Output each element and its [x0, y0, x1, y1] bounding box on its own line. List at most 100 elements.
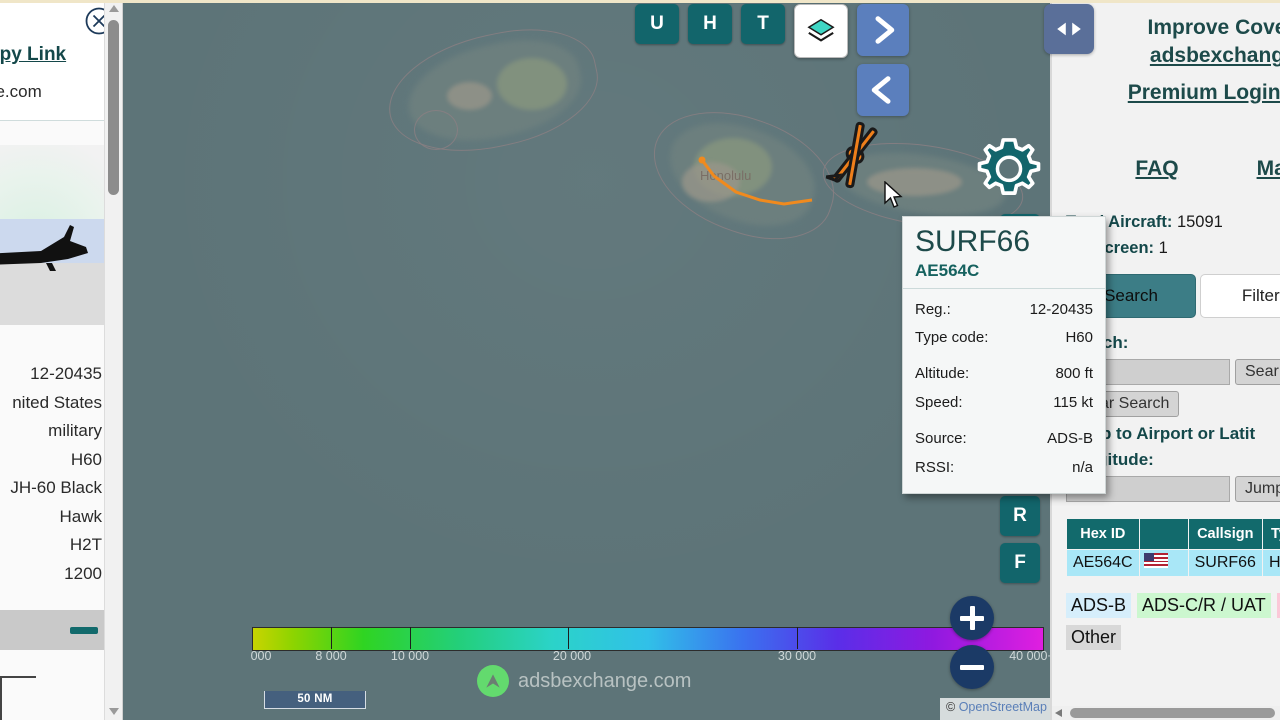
altitude-tick: 40 000+ [1009, 649, 1055, 663]
chevron-left-icon [871, 76, 891, 104]
settings-button[interactable] [972, 133, 1046, 207]
island-outline-nw-small [414, 110, 458, 150]
scrollbar-thumb[interactable] [108, 20, 119, 195]
altitude-scale-ticks: 000 8 000 10 000 20 000 30 000 40 000+ [250, 649, 1055, 665]
island-nw-land [497, 58, 567, 110]
popup-label: Speed: [915, 394, 963, 412]
panel-toggle-button[interactable] [1044, 4, 1094, 54]
jump-button[interactable]: Jump [1235, 476, 1280, 502]
popup-value: 800 ft [1055, 365, 1093, 383]
popup-body: Reg.: 12-20435 Type code: H60 Altitude: … [903, 289, 1105, 494]
altitude-tick: 20 000 [552, 649, 592, 663]
map-link[interactable]: Map [1257, 157, 1280, 181]
detail-value: H2T [69, 535, 102, 555]
legend-other: Other [1066, 625, 1122, 650]
map-button-t[interactable]: T [741, 4, 785, 44]
detail-value: 1200 [64, 563, 102, 583]
altitude-tick: 10 000 [390, 649, 430, 663]
adsbexchange-logo-icon [477, 665, 509, 697]
total-aircraft-value: 15091 [1176, 213, 1223, 232]
popup-row-speed: Speed: 115 kt [915, 389, 1093, 418]
us-flag-icon [1143, 553, 1168, 568]
copy-link-button[interactable]: opy Link [0, 44, 66, 66]
popup-value: 115 kt [1053, 394, 1093, 412]
detail-panel-scrollbar[interactable] [104, 0, 122, 720]
tab-filters[interactable]: Filters [1200, 273, 1280, 318]
map-nav-arrows [857, 4, 909, 116]
cell-flag [1138, 549, 1189, 577]
island-nw-land2 [447, 82, 492, 110]
detail-value: Hawk [59, 506, 102, 526]
detail-value: nited States [12, 392, 102, 412]
altitude-tick: 30 000 [777, 649, 817, 663]
zoom-out-button[interactable] [950, 645, 994, 689]
altitude-tick: 000 [250, 649, 272, 663]
map-button-h[interactable]: H [688, 4, 732, 44]
watermark-text: adsbexchange.com [518, 669, 692, 692]
premium-login-link[interactable]: Premium Login: n [1052, 79, 1280, 107]
on-screen-value: 1 [1158, 238, 1168, 257]
popup-value: n/a [1072, 459, 1093, 477]
popup-value: H60 [1065, 329, 1093, 347]
popup-row-reg: Reg.: 12-20435 [915, 296, 1093, 325]
aircraft-detail-panel: opy Link ge.com 12-20435 nited States mi… [0, 0, 123, 720]
column-callsign[interactable]: Callsign [1187, 518, 1263, 550]
aircraft-detail-values: 12-20435 nited States military H60 JH-60… [0, 360, 106, 588]
map-button-u[interactable]: U [635, 4, 679, 44]
table-row[interactable]: AE564C SURF66 H60 [1066, 549, 1280, 577]
app-root: Honolulu 000 8 000 10 000 20 000 30 000 … [0, 0, 1280, 720]
layers-button[interactable] [794, 4, 848, 58]
detail-panel-chart-frame [0, 676, 36, 720]
detail-value: military [48, 421, 102, 441]
search-button[interactable]: Sear [1235, 359, 1280, 385]
aircraft-silhouette-icon [0, 225, 88, 271]
aircraft-table: Hex ID Callsign Type AE564C [1066, 518, 1280, 577]
prev-aircraft-button[interactable] [857, 64, 909, 116]
openstreetmap-link[interactable]: OpenStreetMap [959, 700, 1047, 714]
popup-value: ADS-B [1047, 430, 1093, 448]
cell-callsign[interactable]: SURF66 [1187, 549, 1263, 577]
popup-row-altitude: Altitude: 800 ft [915, 360, 1093, 389]
scroll-left-arrow[interactable] [1055, 709, 1062, 717]
zoom-in-button[interactable] [950, 596, 994, 640]
map-zoom-controls [950, 596, 994, 689]
popup-value: 12-20435 [1029, 300, 1093, 318]
popup-row-rssi: RSSI: n/a [915, 454, 1093, 483]
popup-label: Reg.: [915, 300, 951, 318]
altitude-color-scale [252, 627, 1044, 651]
aircraft-popup[interactable]: SURF66 AE564C Reg.: 12-20435 Type code: … [902, 216, 1106, 495]
map-button-r[interactable]: R [1000, 496, 1040, 536]
popup-row-source: Source: ADS-B [915, 425, 1093, 454]
hscrollbar-thumb[interactable] [1070, 708, 1275, 718]
small-link[interactable]: ta [1052, 189, 1280, 200]
aircraft-photo[interactable] [0, 145, 106, 325]
sidebar-link-row: FAQ Map [1052, 157, 1280, 181]
plus-icon [960, 606, 984, 630]
detail-value: JH-60 Black [10, 478, 102, 498]
source-legend: ADS-B ADS-C/R / UAT TIS-B Other [1066, 593, 1280, 650]
popup-hex-id: AE564C [915, 260, 980, 280]
detail-value: H60 [70, 449, 102, 469]
scroll-down-arrow[interactable] [105, 703, 122, 720]
detail-panel-slider[interactable] [0, 610, 106, 650]
slider-knob[interactable] [70, 627, 98, 634]
city-label-honolulu: Honolulu [700, 168, 752, 183]
popup-row-typecode: Type code: H60 [915, 324, 1093, 353]
cell-hex-id[interactable]: AE564C [1066, 549, 1140, 577]
improve-coverage-text: Improve Cove [1147, 16, 1280, 39]
faq-link[interactable]: FAQ [1135, 157, 1178, 181]
column-hex-id[interactable]: Hex ID [1066, 518, 1140, 550]
layer-link[interactable]: Layer [1052, 115, 1280, 143]
popup-label: Altitude: [915, 365, 970, 383]
popup-label: Type code: [915, 329, 989, 347]
next-aircraft-button[interactable] [857, 4, 909, 56]
map-button-f[interactable]: F [1000, 543, 1040, 583]
expand-collapse-icon [1057, 22, 1081, 36]
column-flag[interactable] [1138, 518, 1189, 550]
column-type[interactable]: Type [1261, 518, 1280, 550]
adsbexchange-watermark: adsbexchange.com [477, 665, 691, 697]
sidebar-horizontal-scrollbar[interactable] [1052, 706, 1280, 720]
adsbexchange-link[interactable]: adsbexchang [1150, 44, 1280, 67]
cell-type[interactable]: H60 [1261, 549, 1280, 577]
legend-adsb: ADS-B [1066, 593, 1132, 618]
